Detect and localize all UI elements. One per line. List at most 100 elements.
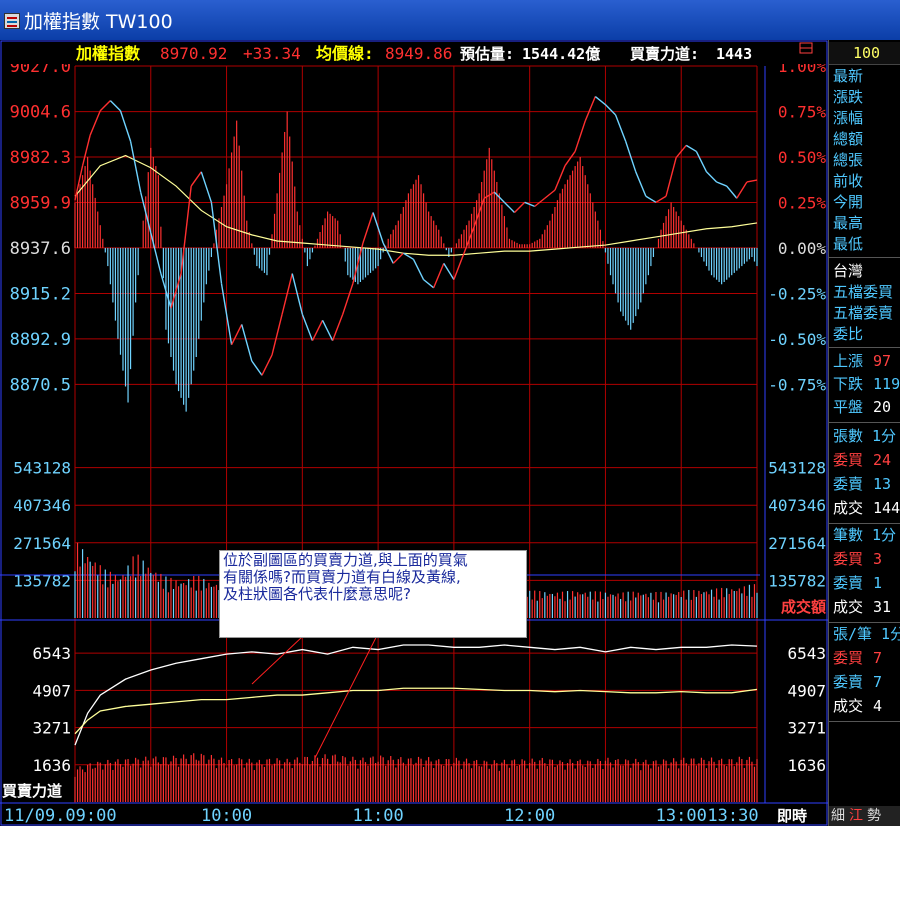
- percent-axis-label: 0.50%: [778, 148, 827, 167]
- price-line-segment: [665, 157, 677, 197]
- market-row: 五檔委買: [833, 282, 893, 303]
- price-line-segment: [109, 100, 121, 112]
- price-line-segment: [342, 283, 354, 315]
- price-line-segment: [119, 110, 132, 142]
- block-row: 委買 7: [833, 648, 882, 669]
- header-est-volume-label: 預估量:: [460, 45, 514, 63]
- quote-row: 最低: [833, 234, 863, 255]
- price-axis-label: 8982.3: [10, 148, 71, 168]
- price-line-segment: [746, 179, 758, 183]
- advance-row: 下跌 119: [833, 374, 900, 395]
- header-avg-label: 均價線:: [316, 44, 374, 63]
- volume-axis-label-right: 407346: [768, 496, 826, 515]
- price-line-segment: [726, 185, 738, 199]
- time-axis-label: 13:00: [656, 806, 707, 826]
- price-line-segment: [271, 314, 283, 356]
- quote-row: 今開: [833, 192, 863, 213]
- block-row-label: 成交: [833, 697, 864, 715]
- quote-row-label: 漲幅: [833, 109, 864, 127]
- market-title-label: 台灣: [833, 262, 864, 280]
- block-header-label: 筆數 1分: [833, 526, 897, 544]
- side-separator: [829, 422, 900, 423]
- price-line-segment: [695, 151, 708, 173]
- blank-area: [0, 826, 900, 900]
- header-power-label: 買賣力道:: [630, 45, 699, 63]
- price-axis-label: 8870.5: [10, 375, 71, 395]
- power-axis-label: 1636: [32, 756, 71, 775]
- advance-row-label: 下跌: [833, 375, 864, 393]
- block-row-label: 成交: [833, 499, 864, 517]
- price-line-segment: [655, 195, 667, 203]
- price-line-segment: [736, 181, 748, 199]
- power-axis-label: 6543: [32, 644, 71, 663]
- power-axis-label-right: 1636: [787, 756, 826, 775]
- advance-row-label: 平盤: [833, 398, 864, 416]
- header-avg-value: 8949.86: [385, 44, 452, 63]
- block-row-label: 委賣: [833, 574, 864, 592]
- price-line-segment: [423, 279, 435, 289]
- price-line-segment: [89, 110, 101, 136]
- header-index-name: 加權指數: [75, 44, 140, 63]
- market-title: 台灣: [833, 261, 863, 282]
- block-row: 成交 144: [833, 498, 900, 519]
- price-line-segment: [210, 202, 223, 284]
- block-header: 張數 1分: [833, 426, 896, 447]
- chart-frame: [0, 40, 828, 826]
- quote-row: 最高: [833, 213, 863, 234]
- time-axis-label: 10:00: [201, 806, 252, 826]
- percent-axis-label: -0.25%: [768, 284, 826, 303]
- side-tab[interactable]: 細: [829, 806, 847, 826]
- block-row-value: 3: [873, 550, 883, 568]
- price-line-segment: [503, 201, 516, 213]
- price-line-segment: [230, 324, 243, 346]
- block-header-label: 張數 1分: [833, 427, 897, 445]
- price-line-segment: [645, 195, 657, 203]
- side-separator: [829, 721, 900, 722]
- quote-row: 前收: [833, 171, 863, 192]
- power-pane-label: 買賣力道: [2, 782, 62, 800]
- advance-row: 上漲 97: [833, 351, 891, 372]
- volume-axis-label: 543128: [13, 459, 71, 478]
- price-line-segment: [433, 263, 445, 289]
- market-row-label: 五檔委買: [833, 283, 894, 301]
- time-axis-label: 11:00: [353, 806, 404, 826]
- block-header: 張/筆 1分: [833, 624, 900, 645]
- price-line-segment: [716, 181, 727, 187]
- side-tab[interactable]: 江: [847, 806, 865, 826]
- quote-row-label: 總張: [833, 151, 864, 169]
- price-line-segment: [554, 165, 566, 191]
- volume-axis-label-right: 135782: [768, 571, 826, 590]
- time-axis-label: 11/09.09:00: [4, 806, 117, 826]
- block-row-value: 13: [873, 475, 892, 493]
- price-line-segment: [604, 104, 617, 116]
- app-area: 9027.0 9004.6 8982.3 8959.9 8937.6 8915.2 8892…: [0, 40, 900, 826]
- price-line-segment: [574, 120, 586, 152]
- realtime-label: 即時: [777, 807, 807, 825]
- block-row: 委賣 1: [833, 573, 882, 594]
- side-separator: [829, 622, 900, 623]
- price-line-segment: [190, 171, 202, 187]
- callout-line-3: 及柱狀圖各代表什麼意思呢?: [223, 585, 411, 603]
- side-separator: [829, 523, 900, 524]
- quote-row-label: 今開: [833, 193, 864, 211]
- price-line-segment: [99, 100, 111, 112]
- quote-row-label: 最新: [833, 67, 864, 85]
- block-header: 筆數 1分: [833, 525, 896, 546]
- price-line-segment: [443, 262, 455, 281]
- quote-row: 漲跌: [833, 87, 863, 108]
- tick-chart[interactable]: 9027.09004.68982.38959.98937.68915.28892…: [0, 40, 828, 826]
- quote-row-label: 漲跌: [833, 88, 864, 106]
- time-axis-label: 12:00: [504, 806, 555, 826]
- block-row-label: 委買: [833, 550, 864, 568]
- block-row: 成交 31: [833, 597, 891, 618]
- volume-pane-label: 成交額: [781, 598, 826, 616]
- quote-row: 最新: [833, 66, 863, 87]
- time-axis-label: 13:30: [707, 806, 758, 826]
- side-tab[interactable]: 勢: [865, 806, 883, 826]
- block-row: 委賣 13: [833, 474, 891, 495]
- block-row: 委買 3: [833, 549, 882, 570]
- block-row-label: 委買: [833, 451, 864, 469]
- quote-row: 總張: [833, 150, 863, 171]
- price-line-segment: [362, 212, 374, 244]
- power-axis-label-right: 4907: [787, 681, 826, 700]
